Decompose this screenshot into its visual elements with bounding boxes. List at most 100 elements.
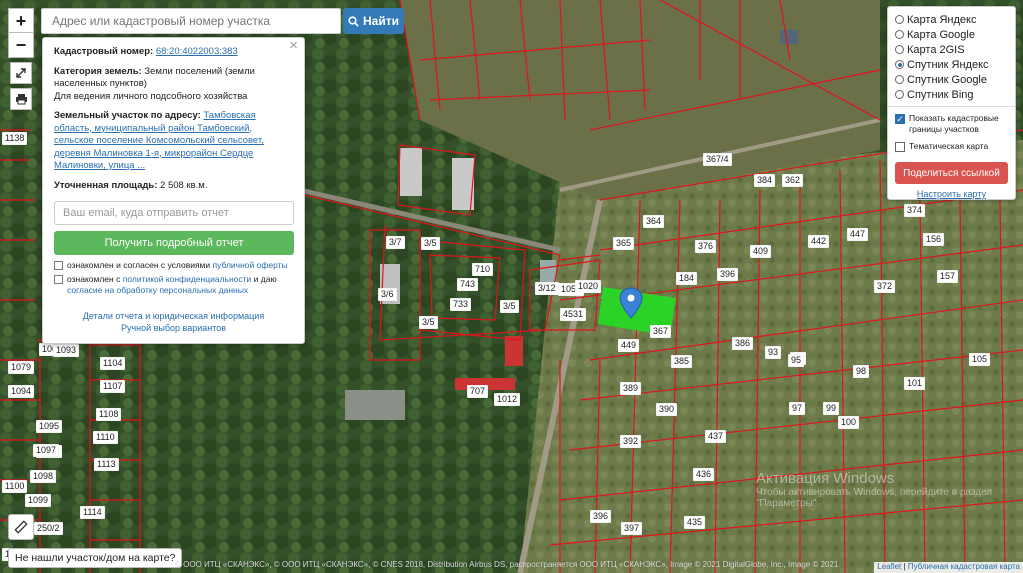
layer-option-label: Карта 2GIS — [907, 43, 965, 56]
thematic-map-label: Тематическая карта — [909, 141, 989, 151]
search-button[interactable]: Найти — [343, 8, 404, 34]
plot-label: 1099 — [25, 494, 52, 507]
fullscreen-button[interactable] — [10, 62, 32, 84]
plot-label: 3/7 — [386, 236, 405, 249]
layer-option-label: Спутник Bing — [907, 88, 974, 101]
windows-activation-watermark: Активация Windows Чтобы активировать Win… — [756, 470, 996, 509]
privacy-consent-text: ознакомлен с — [67, 274, 121, 284]
watermark-text: Чтобы активировать Windows, перейдите в … — [756, 487, 993, 509]
printer-icon — [15, 94, 27, 105]
plot-label: 1097 — [33, 444, 60, 457]
radio-selected-icon — [895, 60, 904, 69]
usage-value: Для ведения личного подсобного хозяйства — [54, 90, 248, 102]
category-label: Категория земель: — [54, 65, 142, 77]
address-label: Земельный участок по адресу: — [54, 110, 201, 121]
privacy-policy-link[interactable]: политикой конфиденциальности — [123, 274, 252, 284]
plot-label: 435 — [684, 516, 706, 529]
plot-label: 157 — [937, 270, 959, 283]
plot-label: 389 — [620, 382, 642, 395]
email-field[interactable]: Ваш email, куда отправить отчет — [54, 201, 294, 225]
plot-label: 4531 — [560, 308, 587, 321]
plot-label: 1100 — [2, 480, 28, 493]
privacy-consent-checkbox[interactable] — [54, 275, 63, 284]
radio-icon — [895, 45, 904, 54]
cadastral-number-link[interactable]: 68:20:4022003:383 — [156, 46, 238, 57]
report-details-link[interactable]: Детали отчета и юридическая информация — [54, 310, 293, 322]
search-button-label: Найти — [363, 14, 399, 28]
plot-label: 184 — [676, 272, 698, 285]
layer-option-label: Спутник Google — [907, 73, 987, 86]
layer-option-google-satellite[interactable]: Спутник Google — [895, 72, 1008, 87]
plot-label: 374 — [904, 204, 926, 217]
plot-label: 442 — [808, 235, 830, 248]
plot-label: 1104 — [100, 357, 126, 370]
public-map-link[interactable]: Публичная кадастровая карта — [908, 562, 1020, 571]
manual-select-link[interactable]: Ручной выбор вариантов — [54, 322, 293, 334]
plot-label: 376 — [695, 240, 717, 253]
plot-label: 436 — [693, 468, 715, 481]
plot-label: 396 — [717, 268, 739, 281]
measure-button[interactable] — [8, 514, 34, 540]
leaflet-link[interactable]: Leaflet — [877, 562, 901, 571]
plot-label: 1113 — [94, 458, 119, 471]
plot-label: 710 — [472, 263, 494, 276]
close-icon[interactable]: × — [289, 38, 298, 52]
layer-option-yandex-map[interactable]: Карта Яндекс — [895, 12, 1008, 27]
plot-label: 386 — [732, 337, 754, 350]
plot-label: 156 — [923, 233, 945, 246]
show-borders-toggle[interactable]: ✓ Показать кадастровые границы участков — [895, 113, 1008, 135]
plot-label: 733 — [450, 298, 472, 311]
radio-icon — [895, 30, 904, 39]
search-box — [41, 8, 341, 34]
map-attribution: Leaflet | Публичная кадастровая карта — [874, 562, 1023, 573]
layer-option-google-map[interactable]: Карта Google — [895, 27, 1008, 42]
plot-label: 409 — [750, 245, 772, 258]
plot-label: 707 — [467, 385, 489, 398]
area-label: Уточненная площадь: — [54, 179, 158, 191]
zoom-in-button[interactable]: + — [8, 8, 34, 34]
plot-label: 100 — [838, 416, 860, 429]
offer-consent-row: ознакомлен и согласен с условиями публич… — [54, 260, 293, 271]
get-report-button[interactable]: Получить подробный отчет — [54, 231, 294, 255]
privacy-consent-mid: и даю — [253, 274, 277, 284]
plot-label: 1098 — [30, 470, 57, 483]
search-input[interactable] — [50, 13, 332, 29]
watermark-title: Активация Windows — [756, 470, 895, 487]
personal-data-link[interactable]: согласие на обработку персональных данны… — [67, 285, 248, 295]
plot-label: 365 — [613, 237, 635, 250]
offer-consent-checkbox[interactable] — [54, 261, 63, 270]
plot-label: 98 — [853, 365, 870, 378]
layer-option-label: Спутник Яндекс — [907, 58, 989, 71]
share-link-button[interactable]: Поделиться ссылкой — [895, 162, 1008, 184]
layer-option-label: Карта Яндекс — [907, 13, 977, 26]
thematic-map-toggle[interactable]: Тематическая карта — [895, 141, 1008, 152]
plot-label: 99 — [823, 402, 840, 415]
not-found-button[interactable]: Не нашли участок/дом на карте? — [8, 548, 183, 568]
parcel-info-panel: × Кадастровый номер: 68:20:4022003:383 К… — [42, 37, 305, 344]
plot-label: 397 — [621, 522, 643, 535]
plot-label: 1020 — [575, 280, 602, 293]
public-offer-link[interactable]: публичной оферты — [213, 260, 288, 270]
print-button[interactable] — [10, 88, 32, 110]
plot-label: 384 — [754, 174, 776, 187]
street-label: 367/4 — [703, 153, 732, 166]
plot-label: 105 — [969, 353, 991, 366]
plot-label: 396 — [590, 510, 612, 523]
cadastral-label: Кадастровый номер: — [54, 46, 154, 57]
zoom-out-button[interactable]: − — [8, 32, 34, 58]
plot-label: 437 — [705, 430, 727, 443]
plot-label: 1094 — [8, 385, 35, 398]
layer-option-2gis-map[interactable]: Карта 2GIS — [895, 42, 1008, 57]
setup-map-link[interactable]: Настроить карту — [895, 189, 1008, 199]
layer-option-yandex-satellite[interactable]: Спутник Яндекс — [895, 57, 1008, 72]
plot-label: 95 — [788, 354, 805, 367]
radio-icon — [895, 15, 904, 24]
plot-label: 449 — [618, 339, 640, 352]
plot-label: 1110 — [93, 431, 118, 444]
area-value: 2 508 кв.м. — [160, 179, 208, 191]
plot-label: 447 — [847, 228, 869, 241]
plot-label: 101 — [904, 377, 926, 390]
layer-option-bing-satellite[interactable]: Спутник Bing — [895, 87, 1008, 102]
imagery-copyright: © ООО ИТЦ «СКАНЭКС», © ООО ИТЦ «СКАНЭКС»… — [175, 560, 839, 569]
plot-label: 3/5 — [500, 300, 519, 313]
